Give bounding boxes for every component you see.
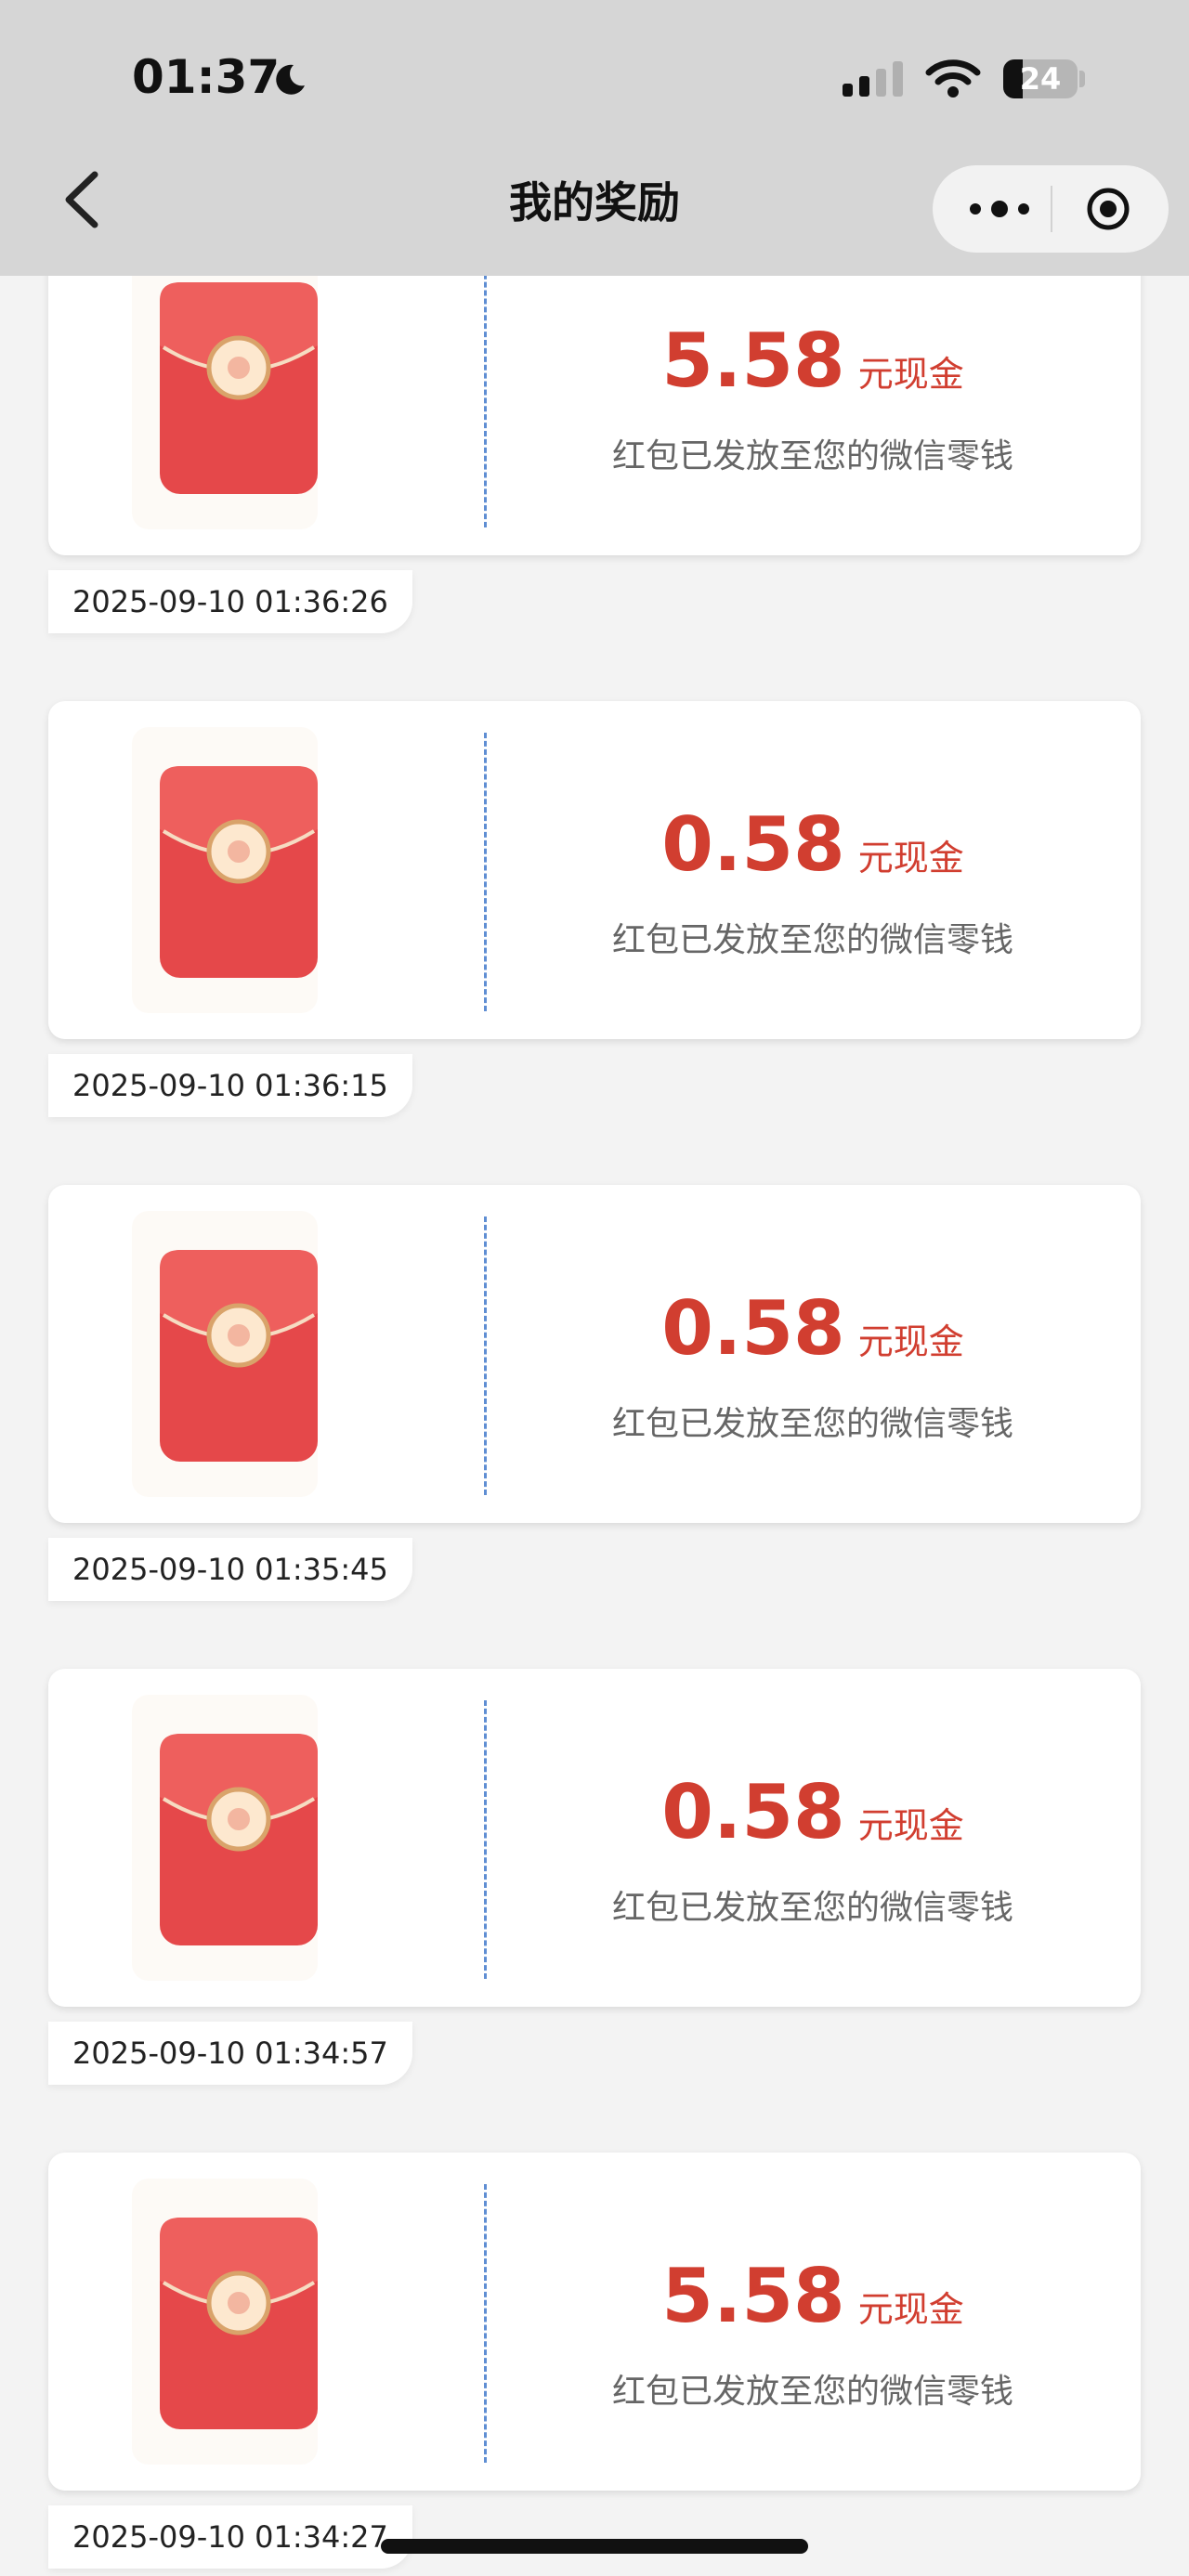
reward-unit: 元现金 (857, 2289, 964, 2330)
red-envelope-icon (160, 1734, 318, 1945)
reward-card[interactable]: 0.58 元现金 红包已发放至您的微信零钱 (48, 701, 1141, 1039)
reward-note: 红包已发放至您的微信零钱 (611, 1889, 1013, 1927)
battery-tip (1079, 71, 1085, 87)
reward-card[interactable]: 5.58 元现金 红包已发放至您的微信零钱 (48, 2153, 1141, 2491)
reward-unit: 元现金 (857, 1805, 964, 1846)
reward-timestamp: 2025-09-10 01:36:26 (48, 570, 412, 633)
red-envelope-icon (160, 2218, 318, 2429)
reward-amount: 0.58 (661, 1285, 845, 1372)
signal-icon (843, 61, 903, 97)
reward-note: 红包已发放至您的微信零钱 (611, 921, 1013, 959)
reward-timestamp: 2025-09-10 01:34:57 (48, 2022, 412, 2085)
header: 01:37 24 我的奖励 (0, 0, 1189, 276)
battery-level: 24 (1019, 61, 1062, 97)
reward-amount: 0.58 (661, 801, 845, 888)
reward-timestamp: 2025-09-10 01:36:15 (48, 1054, 412, 1117)
wifi-icon (925, 59, 981, 98)
miniprogram-capsule (933, 165, 1169, 253)
reward-card[interactable]: 0.58 元现金 红包已发放至您的微信零钱 (48, 1185, 1141, 1523)
reward-timestamp: 2025-09-10 01:35:45 (48, 1538, 412, 1601)
reward-unit: 元现金 (857, 838, 964, 878)
reward-unit: 元现金 (857, 354, 964, 395)
red-envelope-icon (160, 282, 318, 494)
battery-icon: 24 (1003, 59, 1078, 98)
moon-icon (276, 64, 305, 95)
more-icon[interactable] (964, 191, 1035, 227)
red-envelope-icon (160, 1250, 318, 1462)
home-indicator (381, 2539, 808, 2554)
capsule-divider (1051, 186, 1052, 232)
reward-note: 红包已发放至您的微信零钱 (611, 1405, 1013, 1443)
reward-note: 红包已发放至您的微信零钱 (611, 2373, 1013, 2411)
reward-note: 红包已发放至您的微信零钱 (611, 437, 1013, 475)
reward-timestamp: 2025-09-10 01:34:27 (48, 2505, 412, 2569)
reward-amount: 5.58 (661, 2253, 845, 2339)
status-time: 01:37 (132, 50, 281, 104)
red-envelope-icon (160, 766, 318, 978)
close-target-icon[interactable] (1085, 186, 1131, 232)
reward-amount: 5.58 (661, 318, 845, 404)
reward-unit: 元现金 (857, 1321, 964, 1362)
reward-amount: 0.58 (661, 1769, 845, 1855)
reward-card[interactable]: 0.58 元现金 红包已发放至您的微信零钱 (48, 1669, 1141, 2007)
